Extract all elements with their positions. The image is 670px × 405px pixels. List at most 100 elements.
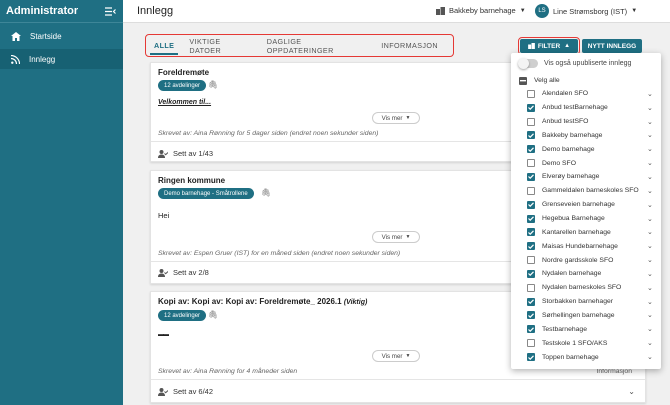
menu-collapse-icon[interactable]: [105, 6, 116, 16]
post-body: Velkommen til...: [158, 99, 212, 106]
option-checkbox[interactable]: [527, 256, 535, 265]
chevron-down-icon[interactable]: ⌄: [647, 187, 657, 195]
filter-option[interactable]: Elverøy barnehage ⌄: [527, 170, 657, 184]
filter-option[interactable]: Sørhellingen barnehage ⌄: [527, 309, 657, 323]
chevron-down-icon[interactable]: ⌄: [647, 353, 657, 361]
filter-option[interactable]: Nordre gardsskole SFO ⌄: [527, 253, 657, 267]
option-checkbox[interactable]: [527, 131, 535, 140]
option-checkbox[interactable]: [527, 297, 535, 306]
option-checkbox[interactable]: [527, 186, 535, 195]
sidebar-item-startside[interactable]: Startside: [0, 26, 123, 46]
show-more-button[interactable]: Vis mer ▼: [372, 231, 420, 243]
new-post-button[interactable]: NYTT INNLEGG: [582, 39, 642, 53]
chevron-down-icon[interactable]: ⌄: [647, 270, 657, 278]
filter-option[interactable]: Alendalen SFO ⌄: [527, 87, 657, 101]
chevron-down-icon[interactable]: ⌄: [647, 215, 657, 223]
user-menu[interactable]: LS Line Strømsborg (IST) ▼: [535, 4, 637, 18]
chevron-down-icon[interactable]: ⌄: [647, 145, 657, 153]
org-selector[interactable]: Bakkeby barnehage ▼: [436, 6, 526, 15]
option-label: Storbakken barnehager: [542, 298, 614, 306]
chevron-down-icon[interactable]: ⌄: [647, 90, 657, 98]
seen-count[interactable]: Sett av 6/42: [158, 387, 213, 396]
select-all-option[interactable]: Velg alle: [519, 74, 649, 88]
option-checkbox[interactable]: [527, 89, 535, 98]
chevron-down-icon[interactable]: ⌄: [647, 284, 657, 292]
seen-count[interactable]: Sett av 1/43: [158, 149, 213, 158]
building-icon: [528, 43, 535, 49]
option-checkbox[interactable]: [527, 228, 535, 237]
filter-option[interactable]: Gammeldalen barneskoles SFO ⌄: [527, 184, 657, 198]
option-checkbox[interactable]: [527, 214, 535, 223]
option-checkbox[interactable]: [527, 145, 535, 154]
chevron-down-icon: ▼: [519, 7, 526, 14]
post-author: Skrevet av: Espen Gruer (IST) for en mån…: [158, 250, 401, 257]
chevron-down-icon[interactable]: ⌄: [647, 339, 657, 347]
check-icon: [528, 216, 534, 222]
chevron-down-icon[interactable]: ⌄: [647, 173, 657, 181]
filter-option[interactable]: Nydalen barnehage ⌄: [527, 267, 657, 281]
option-label: Grenseveien barnehage: [542, 201, 615, 209]
chevron-down-icon[interactable]: ⌄: [647, 325, 657, 333]
tab-viktige-datoer[interactable]: VIKTIGE DATOER: [189, 35, 251, 56]
option-checkbox[interactable]: [527, 353, 535, 362]
sidebar: Administrator Startside Innlegg: [0, 0, 123, 405]
filter-option[interactable]: Nydalen barneskoles SFO ⌄: [527, 281, 657, 295]
filter-option[interactable]: Maisas Hundebarnehage ⌄: [527, 239, 657, 253]
attachment-icon: 🖇: [208, 80, 219, 89]
check-icon: [528, 327, 534, 332]
filter-option[interactable]: Toppen barnehage ⌄: [527, 350, 657, 364]
chevron-down-icon[interactable]: ⌄: [647, 131, 657, 139]
filter-option[interactable]: Demo SFO ⌄: [527, 156, 657, 170]
show-more-button[interactable]: Vis mer ▼: [372, 350, 420, 362]
option-checkbox[interactable]: [527, 200, 535, 209]
chevron-down-icon[interactable]: ⌄: [647, 118, 657, 126]
post-author: Skrevet av: Aina Rønning for 4 måneder s…: [158, 368, 298, 375]
unpublished-toggle-row[interactable]: Vis også upubliserte innlegg: [518, 58, 631, 69]
chevron-down-icon[interactable]: ⌄: [647, 311, 657, 319]
tab-informasjon[interactable]: INFORMASJON: [381, 35, 438, 56]
option-checkbox[interactable]: [527, 159, 535, 168]
seen-count[interactable]: Sett av 2/8: [158, 268, 209, 277]
filter-button[interactable]: FILTER ▲: [518, 37, 580, 55]
select-all-checkbox[interactable]: [519, 76, 527, 85]
option-checkbox[interactable]: [527, 269, 535, 278]
chevron-down-icon: ▼: [405, 234, 411, 240]
option-checkbox[interactable]: [527, 325, 535, 334]
option-checkbox[interactable]: [527, 172, 535, 181]
sidebar-item-innlegg[interactable]: Innlegg: [0, 49, 123, 69]
option-checkbox[interactable]: [527, 103, 535, 112]
option-label: Anbud testSFO: [542, 118, 589, 126]
chevron-down-icon[interactable]: ⌄: [647, 201, 657, 209]
filter-option[interactable]: Anbud testBarnehage ⌄: [527, 101, 657, 115]
tab-daglige-oppdateringer[interactable]: DAGLIGE OPPDATERINGER: [267, 35, 367, 56]
filter-option[interactable]: Grenseveien barnehage ⌄: [527, 198, 657, 212]
filter-option[interactable]: Bakkeby barnehage ⌄: [527, 129, 657, 143]
tab-alle[interactable]: ALLE: [149, 35, 179, 56]
filter-option[interactable]: Hegebua Barnehage ⌄: [527, 212, 657, 226]
option-checkbox[interactable]: [527, 339, 535, 348]
filter-option[interactable]: Storbakken barnehager ⌄: [527, 295, 657, 309]
unpublished-toggle[interactable]: [518, 58, 538, 69]
option-checkbox[interactable]: [527, 117, 535, 126]
chevron-down-icon[interactable]: ⌄: [647, 298, 657, 306]
post-body: Hei: [158, 211, 170, 220]
option-checkbox[interactable]: [527, 283, 535, 292]
chevron-down-icon[interactable]: ⌄: [647, 242, 657, 250]
option-checkbox[interactable]: [527, 242, 535, 251]
show-more-label: Vis mer: [381, 233, 403, 241]
option-label: Nydalen barneskoles SFO: [542, 284, 622, 292]
chevron-down-icon[interactable]: ⌄: [647, 228, 657, 236]
option-checkbox[interactable]: [527, 311, 535, 320]
filter-option[interactable]: Anbud testSFO ⌄: [527, 115, 657, 129]
show-more-button[interactable]: Vis mer ▼: [372, 112, 420, 124]
person-check-icon: [158, 387, 168, 396]
filter-option[interactable]: Testbarnehage ⌄: [527, 322, 657, 336]
chevron-down-icon[interactable]: ⌄: [647, 104, 657, 112]
filter-option[interactable]: Kantarellen barnehage ⌄: [527, 226, 657, 240]
chevron-down-icon[interactable]: ⌄: [628, 387, 635, 396]
chevron-down-icon[interactable]: ⌄: [647, 159, 657, 167]
filter-option[interactable]: Testskole 1 SFO/AKS ⌄: [527, 336, 657, 350]
filter-option[interactable]: Demo barnehage ⌄: [527, 142, 657, 156]
seen-label: Sett av 6/42: [173, 387, 214, 396]
chevron-down-icon[interactable]: ⌄: [647, 256, 657, 264]
